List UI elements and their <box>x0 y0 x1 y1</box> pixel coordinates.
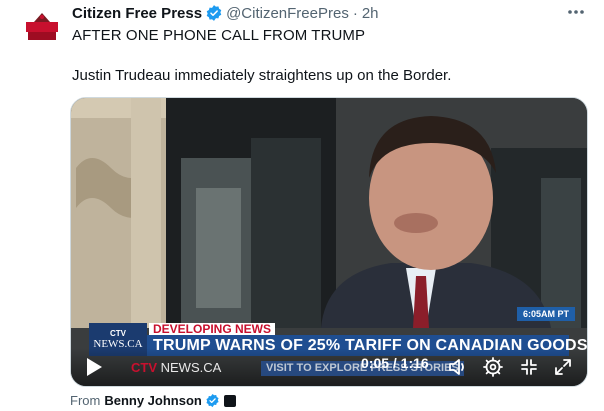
ticker-news-text: NEWS.CA <box>160 360 222 375</box>
tweet-timestamp[interactable]: 2h <box>362 5 379 22</box>
more-options-icon[interactable] <box>563 2 589 22</box>
ticker-ctv-text: CTV <box>131 360 157 375</box>
attribution-name[interactable]: Benny Johnson <box>104 393 202 408</box>
play-icon[interactable] <box>85 357 103 377</box>
broadcast-timestamp: 6:05AM PT <box>517 307 575 321</box>
author-handle[interactable]: @CitizenFreePres <box>226 5 349 22</box>
author-avatar[interactable] <box>22 8 62 48</box>
author-name[interactable]: Citizen Free Press <box>72 5 202 22</box>
attribution-prefix: From <box>70 393 101 408</box>
ctv-logo-text: CTV <box>110 329 126 338</box>
verified-badge-icon <box>206 393 219 408</box>
verified-badge-icon <box>206 5 222 21</box>
video-attribution: From Benny Johnson <box>70 393 236 408</box>
news-ticker: CTV NEWS.CA VISIT TO EXPLORE PRESS STORI… <box>131 360 571 378</box>
settings-gear-icon[interactable] <box>482 356 504 378</box>
video-time-display: 0:05 / 1:16 <box>361 355 429 371</box>
video-player[interactable]: 6:05AM PT CTV NEWS.CA DEVELOPING NEWS TR… <box>70 97 588 387</box>
tweet-text-line1: AFTER ONE PHONE CALL FROM TRUMP <box>72 27 366 44</box>
affiliation-badge-icon <box>223 394 236 407</box>
ticker-brand: CTV NEWS.CA <box>131 360 221 375</box>
fullscreen-exit-icon[interactable] <box>518 356 540 378</box>
tweet-header: Citizen Free Press @CitizenFreePres · 2h <box>72 3 542 23</box>
tweet-text-line2: Justin Trudeau immediately straightens u… <box>72 67 452 84</box>
volume-icon[interactable] <box>447 356 469 378</box>
expand-icon[interactable] <box>552 356 574 378</box>
header-separator: · <box>352 4 358 22</box>
